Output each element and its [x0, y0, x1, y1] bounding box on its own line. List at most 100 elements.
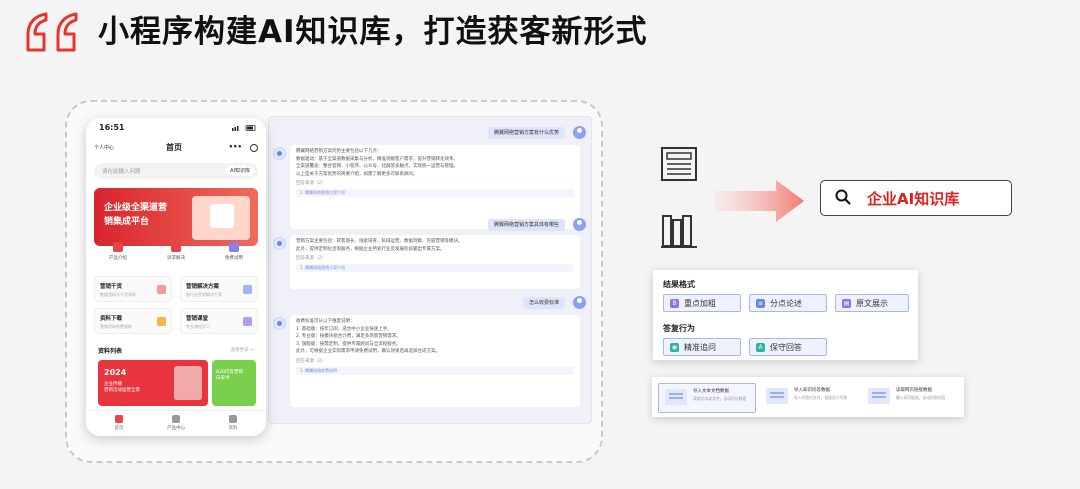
user-question: 腾翼网络营销方案有什么优势	[487, 127, 565, 139]
import-title: 读取网页链接数据	[896, 388, 932, 393]
import-qa-card[interactable]: 导入知识问答数据 导入问答对文件，直接用于问答	[760, 383, 856, 411]
source-link[interactable]: 1. 腾翼网络收费说明	[296, 366, 574, 375]
entry-label: 产品介绍	[109, 256, 127, 261]
import-web-card[interactable]: 读取网页链接数据 输入网页链接，自动抓取内容	[862, 383, 958, 411]
import-sources-panel: 导入文本文档数据 读取文本或文件，自动切分数据 导入知识问答数据 导入问答对文件…	[652, 377, 964, 417]
close-capsule-icon[interactable]	[250, 144, 258, 152]
web-illustration-icon	[868, 388, 890, 404]
card-title: 资料下载	[100, 316, 123, 322]
card-downloads[interactable]: 资料下载 营销资料免费领取	[94, 308, 172, 334]
document-icon: ▤	[842, 299, 851, 308]
card-classroom[interactable]: 营销课堂 专业课程学习	[180, 308, 258, 334]
card-sub: 各行业营销解决方案	[186, 292, 222, 297]
status-time: 16:51	[99, 123, 125, 132]
card-solutions[interactable]: 营销解决方案 各行业营销解决方案	[180, 276, 258, 302]
chip-points[interactable]: ≡ 分点论述	[749, 294, 827, 312]
material-card[interactable]: B2B内容营销 白皮书	[212, 360, 256, 406]
target-icon: ◉	[670, 343, 679, 352]
card-title: 营销干货	[100, 284, 123, 290]
chip-label: 保守回答	[770, 343, 802, 352]
quick-entries: 产品介绍 诉求解决 免费试用	[94, 242, 258, 272]
card-sub: 数据资料与干货获取	[100, 292, 136, 297]
list-icon: ≡	[756, 299, 765, 308]
card-marketing-tips[interactable]: 营销干货 数据资料与干货获取	[94, 276, 172, 302]
material-cover	[174, 366, 202, 400]
tab-materials[interactable]: 资料	[208, 415, 258, 431]
answer-text: 此外，提供定制化咨询服务，根据企业所处行业及发展阶段输出专属方案。	[296, 246, 445, 252]
banner-text: 销集成平台	[104, 217, 150, 227]
banner-illustration	[210, 204, 234, 228]
format-title: 结果格式	[663, 280, 695, 289]
tab-bar: 首页 产品中心 资料	[86, 410, 266, 436]
chip-follow-up[interactable]: ◉ 精准追问	[663, 338, 741, 356]
bot-answer: 营销方案主要包括：获客增长、线索培育、私域运营、数据洞察、内容营销等模块。 此外…	[290, 235, 580, 289]
nav-title: 首页	[166, 143, 182, 152]
import-text-card[interactable]: 导入文本文档数据 读取文本或文件，自动切分数据	[658, 383, 756, 413]
entry-solve[interactable]: 诉求解决	[156, 242, 196, 261]
tab-label: 资料	[228, 426, 238, 431]
ai-knowledge-button[interactable]: AI知识库	[226, 166, 254, 176]
signal-battery-icon	[232, 125, 256, 131]
card-icon	[243, 317, 252, 326]
arrow-right-icon	[714, 180, 804, 222]
more-icon[interactable]: •••	[229, 143, 242, 151]
card-title: 营销课堂	[186, 316, 209, 322]
entry-product-intro[interactable]: 产品介绍	[98, 242, 138, 261]
chip-conservative[interactable]: A 保守回答	[749, 338, 827, 356]
entry-label: 诉求解决	[167, 256, 185, 261]
books-icon	[661, 215, 697, 248]
bot-avatar-icon	[273, 317, 286, 330]
knowledge-base-box: 企业AI知识库	[820, 180, 1012, 216]
document-illustration-icon	[665, 389, 687, 405]
knowledge-base-label: 企业AI知识库	[867, 190, 960, 208]
chip-bold[interactable]: B 重点加粗	[663, 294, 741, 312]
user-avatar-icon	[573, 218, 586, 231]
import-title: 导入文本文档数据	[693, 389, 729, 394]
import-sub: 读取文本或文件，自动切分数据	[693, 396, 747, 401]
chip-label: 精准追问	[684, 343, 716, 352]
search-icon	[835, 189, 851, 205]
material-card[interactable]: 2024 企业传播 营销活动运营全景	[98, 360, 208, 406]
source-link[interactable]: 1. 腾翼网络营销方案介绍	[296, 189, 574, 197]
import-sub: 输入网页链接，自动抓取内容	[896, 395, 946, 400]
material-text: B2B内容营销 白皮书	[216, 370, 244, 381]
card-sub: 专业课程学习	[186, 324, 210, 329]
source-link[interactable]: 1. 腾翼网络营销方案介绍	[296, 264, 574, 272]
materials-icon	[229, 415, 237, 423]
entry-trial[interactable]: 免费试用	[214, 242, 254, 261]
behavior-title: 答复行为	[663, 324, 695, 333]
card-sub: 营销资料免费领取	[100, 324, 132, 329]
nav-personal-center[interactable]: 个人中心	[94, 144, 114, 151]
card-icon	[157, 285, 166, 294]
phone-mockup: 16:51 个人中心 首页 ••• 请在此输入问题 AI知识库 企业级全渠道营 …	[86, 118, 266, 436]
answer-text: 2. 专业版：按模块组合计费，满足多场景营销需求。	[296, 334, 401, 339]
material-year: 2024	[104, 368, 127, 377]
search-input[interactable]: 请在此输入问题	[102, 167, 141, 175]
tab-home[interactable]: 首页	[94, 415, 144, 431]
newspaper-icon	[661, 147, 697, 181]
card-icon	[157, 317, 166, 326]
search-bar[interactable]: 请在此输入问题 AI知识库	[94, 163, 258, 179]
user-avatar-icon	[573, 126, 586, 139]
trial-icon	[229, 242, 239, 252]
chip-original[interactable]: ▤ 原文展示	[835, 294, 909, 312]
tab-label: 产品中心	[167, 426, 185, 431]
answer-icon: A	[756, 343, 765, 352]
banner-text: 企业级全渠道营	[104, 203, 168, 213]
promo-banner[interactable]: 企业级全渠道营 销集成平台	[94, 188, 258, 246]
user-question: 腾翼网络营销方案具体有哪些	[487, 219, 565, 231]
answer-text: 1. 基础版：按年订阅，适合中小企业快速上手。	[296, 326, 392, 332]
user-avatar-icon	[573, 296, 586, 309]
bold-icon: B	[670, 299, 679, 308]
answer-text: 收费标准可从以下维度说明：	[296, 319, 355, 324]
materials-more-link[interactable]: 查看更多 >	[231, 347, 254, 353]
materials-title: 资料列表	[98, 348, 123, 355]
answer-text: 全渠道覆盖：整合官网、小程序、公众号、社群等多触点，实现统一运营与管理。	[296, 164, 458, 169]
answer-text: 营销方案主要包括：获客增长、线索培育、私域运营、数据洞察、内容营销等模块。	[296, 239, 463, 244]
user-question: 怎么收费标准	[522, 297, 565, 309]
answer-settings-panel: 结果格式 B 重点加粗 ≡ 分点论述 ▤ 原文展示 答复行为 ◉ 精准追问 A …	[653, 270, 918, 360]
answer-source: 回答来源（2）	[296, 256, 326, 261]
quote-icon	[26, 12, 78, 52]
chip-label: 重点加粗	[684, 299, 716, 308]
tab-products[interactable]: 产品中心	[151, 415, 201, 431]
